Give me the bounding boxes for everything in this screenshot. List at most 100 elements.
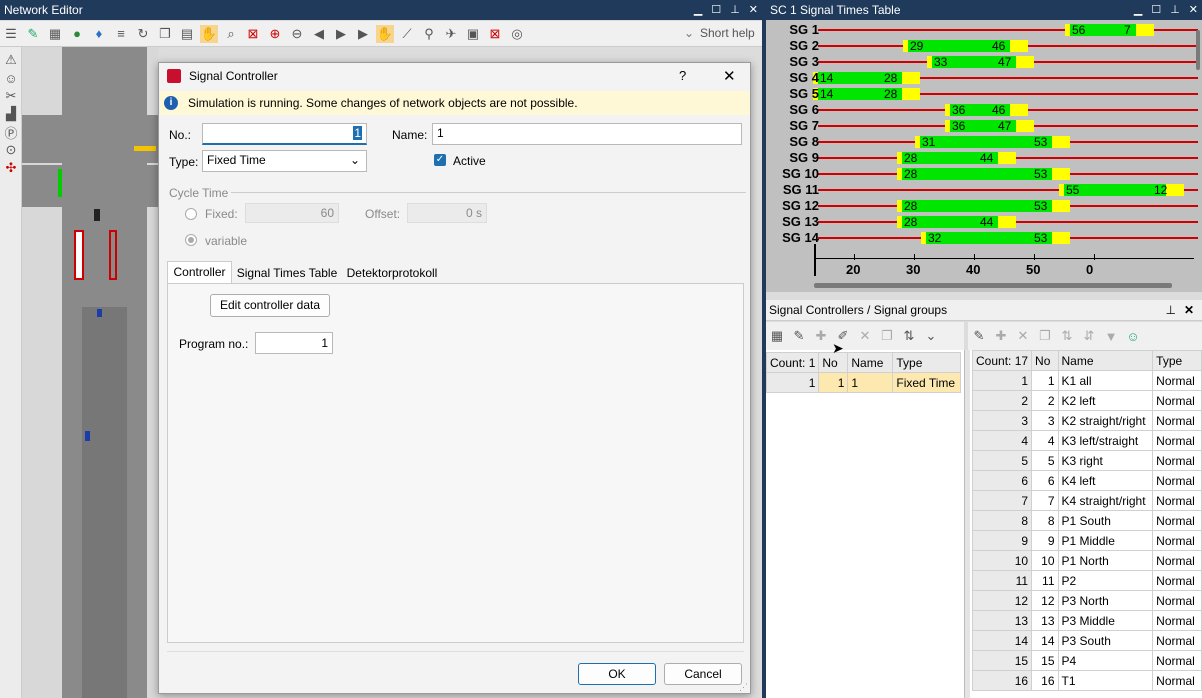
detector-icon[interactable]: ⊙ [2, 141, 20, 159]
col-name[interactable]: Name [847, 352, 894, 373]
type-select[interactable]: Fixed Time ⌄ [202, 150, 367, 172]
fixed-input[interactable]: 60 [245, 203, 339, 223]
add-icon[interactable]: ✚ [812, 327, 830, 345]
col-type[interactable]: Type [1152, 350, 1202, 371]
help-button[interactable]: ? [679, 68, 686, 83]
table-row[interactable]: 8 8 P1 South Normal [971, 510, 1202, 531]
table-row[interactable]: 9 9 P1 Middle Normal [971, 530, 1202, 551]
camera-icon[interactable]: ▶ [354, 25, 372, 43]
refresh-icon[interactable]: ↻ [134, 25, 152, 43]
table-row[interactable]: 7 7 K4 straight/right Normal [971, 490, 1202, 511]
program-input[interactable]: 1 [255, 332, 333, 354]
network-canvas[interactable] [22, 47, 158, 698]
name-input[interactable]: 1 [432, 123, 742, 145]
zoom-extent-icon[interactable]: ⊠ [244, 25, 262, 43]
fixed-radio[interactable] [185, 208, 197, 220]
edit-controller-data-button[interactable]: Edit controller data [210, 294, 330, 317]
signal-group-row[interactable]: 28 44 SG 13 [766, 214, 1198, 230]
route-icon[interactable]: ⚲ [420, 25, 438, 43]
delete-icon[interactable]: ✕ [1014, 327, 1032, 345]
resize-grip-icon[interactable]: ⋰ [739, 682, 748, 693]
close-icon[interactable]: ✕ [1184, 300, 1194, 321]
table-row[interactable]: 14 14 P3 South Normal [971, 630, 1202, 651]
grid-icon[interactable]: ▦ [46, 25, 64, 43]
zoom-in-icon[interactable]: ⊕ [266, 25, 284, 43]
signal-group-row[interactable]: 28 53 SG 12 [766, 198, 1198, 214]
tab-signal-times-table[interactable]: Signal Times Table [234, 263, 340, 283]
add-icon[interactable]: ✚ [992, 327, 1010, 345]
clear-icon[interactable]: ⊠ [486, 25, 504, 43]
duplicate-icon[interactable]: ❐ [1036, 327, 1054, 345]
signal-group-row[interactable]: 14 28 SG 4 [766, 70, 1198, 86]
back-icon[interactable]: ◀ [310, 25, 328, 43]
plane-icon[interactable]: ✈ [442, 25, 460, 43]
dialog-close-button[interactable]: ✕ [723, 67, 736, 85]
signal-group-row[interactable]: 36 46 SG 6 [766, 102, 1198, 118]
table-row[interactable]: 3 3 K2 straight/right Normal [971, 410, 1202, 431]
list-icon[interactable]: ≡ [112, 25, 130, 43]
copy-icon[interactable]: ❐ [156, 25, 174, 43]
table-menu-icon[interactable]: ▦ [768, 327, 786, 345]
signal-group-row[interactable]: 29 46 SG 2 [766, 38, 1198, 54]
variable-radio[interactable] [185, 234, 197, 246]
sort-desc-icon[interactable]: ⇵ [1080, 327, 1098, 345]
table-row[interactable]: 12 12 P3 North Normal [971, 590, 1202, 611]
ok-button[interactable]: OK [578, 663, 656, 685]
maximize-icon[interactable]: ☐ [1151, 0, 1161, 20]
minimize-icon[interactable]: ▁ [694, 0, 702, 20]
table-row[interactable]: 4 4 K3 left/straight Normal [971, 430, 1202, 451]
pin-icon[interactable]: ⊥ [730, 0, 740, 20]
paste-icon[interactable]: ▤ [178, 25, 196, 43]
zoom-search-icon[interactable]: ⌕ [222, 25, 240, 43]
table-row[interactable]: 1 1 1 Fixed Time [765, 372, 962, 393]
add-user-icon[interactable]: ☺ [1124, 327, 1142, 345]
tab-controller[interactable]: Controller [167, 261, 232, 283]
table-row[interactable]: 6 6 K4 left Normal [971, 470, 1202, 491]
active-checkbox[interactable]: ✓ [434, 154, 446, 166]
short-help-label[interactable]: Short help [700, 26, 755, 40]
wrench-icon[interactable]: ✎ [24, 25, 42, 43]
tab-detektorprotokoll[interactable]: Detektorprotokoll [342, 263, 442, 283]
col-type[interactable]: Type [892, 352, 962, 373]
table-row[interactable]: 13 13 P3 Middle Normal [971, 610, 1202, 631]
col-count[interactable]: Count: 1 [765, 352, 820, 373]
forward-icon[interactable]: ▶ [332, 25, 350, 43]
col-count[interactable]: Count: 17 [971, 350, 1033, 371]
sort-icon[interactable]: ⇅ [900, 327, 918, 345]
parking-icon[interactable]: Ⓟ [2, 123, 20, 141]
screenshot-icon[interactable]: ▣ [464, 25, 482, 43]
col-name[interactable]: Name [1057, 350, 1154, 371]
dropdown-icon[interactable]: ⌄ [922, 327, 940, 345]
signal-group-row[interactable]: 28 44 SG 9 [766, 150, 1198, 166]
pin-icon[interactable]: ⊥ [1166, 300, 1176, 321]
wrench-icon[interactable]: ✎ [970, 327, 988, 345]
signal-group-row[interactable]: 36 47 SG 7 [766, 118, 1198, 134]
offset-input[interactable]: 0 s [407, 203, 487, 223]
zoom-out-icon[interactable]: ⊖ [288, 25, 306, 43]
3d-view-icon[interactable]: ◎ [508, 25, 526, 43]
filter-icon[interactable]: ▼ [1102, 327, 1120, 345]
globe-icon[interactable]: ● [68, 25, 86, 43]
signal-group-row[interactable]: 32 53 SG 14 [766, 230, 1198, 246]
col-no[interactable]: No [1031, 350, 1059, 371]
signal-group-row[interactable]: 14 28 SG 5 [766, 86, 1198, 102]
horizontal-scrollbar[interactable] [814, 283, 1172, 288]
sort-asc-icon[interactable]: ⇅ [1058, 327, 1076, 345]
maximize-icon[interactable]: ☐ [711, 0, 721, 20]
pin-icon[interactable]: ⊥ [1170, 0, 1180, 20]
table-row[interactable]: 11 11 P2 Normal [971, 570, 1202, 591]
warning-icon[interactable]: ⚠ [2, 51, 20, 69]
layers-menu-icon[interactable]: ☰ [2, 25, 20, 43]
signal-group-row[interactable]: 55 12 SG 11 [766, 182, 1198, 198]
wrench-icon[interactable]: ✎ [790, 327, 808, 345]
vertical-scrollbar[interactable] [1196, 30, 1200, 70]
signal-group-row[interactable]: 31 53 SG 8 [766, 134, 1198, 150]
table-row[interactable]: 1 1 K1 all Normal [971, 370, 1202, 391]
table-row[interactable]: 15 15 P4 Normal [971, 650, 1202, 671]
measure-icon[interactable]: ⟋ [398, 25, 416, 43]
pan-hand-icon[interactable]: ✋ [376, 24, 394, 43]
signal-group-row[interactable]: 28 53 SG 10 [766, 166, 1198, 182]
scissors-icon[interactable]: ✂ [2, 87, 20, 105]
duplicate-icon[interactable]: ❐ [878, 327, 896, 345]
close-icon[interactable]: ✕ [1189, 0, 1198, 20]
